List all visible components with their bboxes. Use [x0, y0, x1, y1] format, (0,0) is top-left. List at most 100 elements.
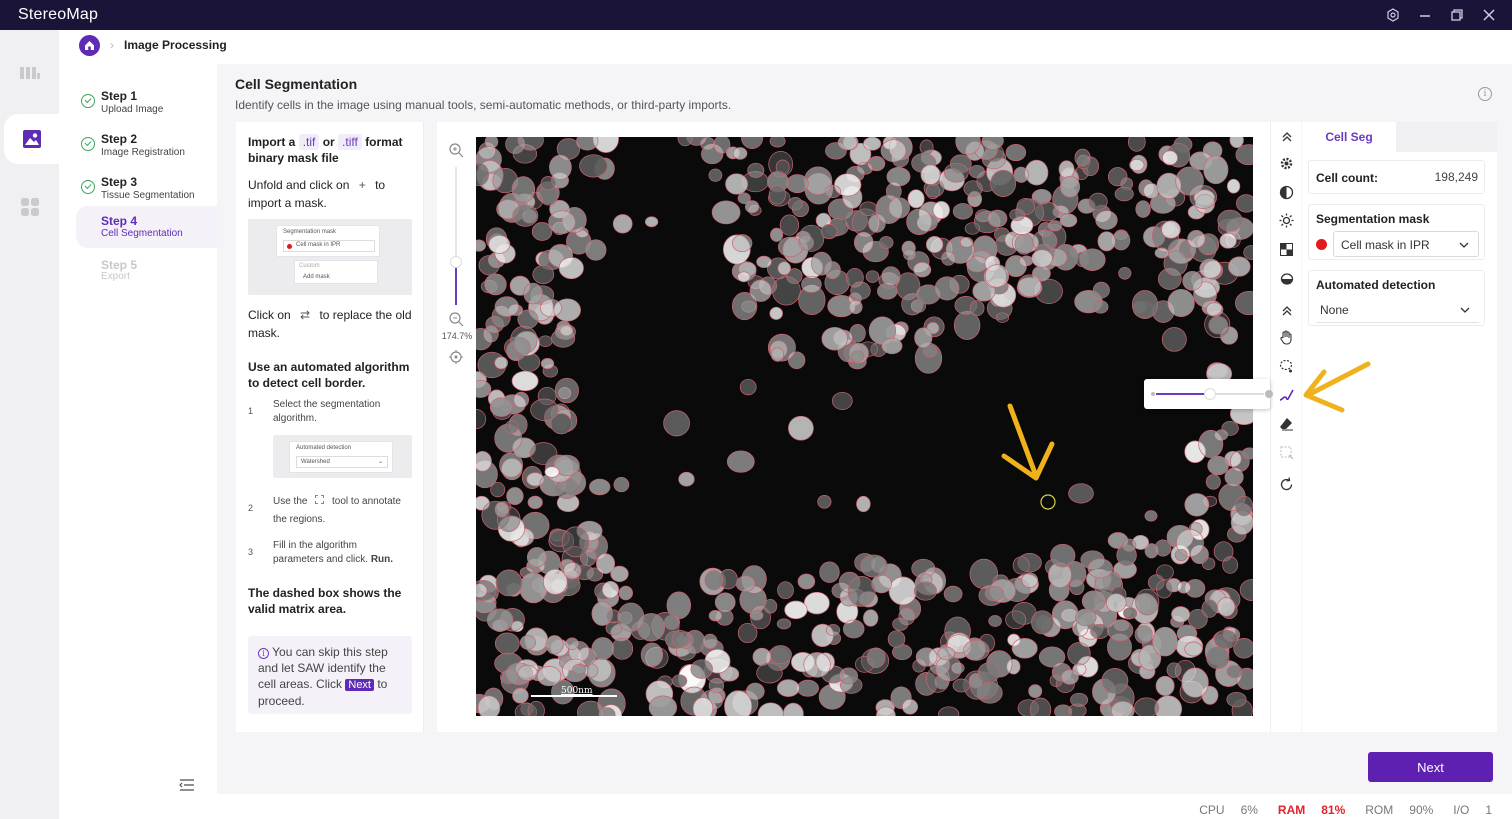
settings-icon[interactable] [1386, 8, 1400, 22]
cell-mark [959, 237, 974, 248]
cell-mark [969, 164, 985, 179]
brush-size-handle[interactable] [1204, 388, 1216, 400]
cell-mark [1114, 186, 1134, 202]
cell-mark [737, 622, 758, 644]
lasso-icon[interactable] [1278, 358, 1295, 375]
cell-mark [671, 629, 690, 649]
rail-item-map[interactable] [0, 48, 59, 98]
cell-mark [690, 659, 713, 679]
text: to replace the [319, 308, 393, 322]
cell-mark [925, 235, 944, 254]
cell-mark [565, 637, 579, 650]
next-button[interactable]: Next [1368, 752, 1493, 782]
minimize-icon[interactable] [1418, 8, 1432, 22]
cell-mark [1205, 474, 1221, 490]
cell-mark [848, 299, 863, 315]
cell-mark [888, 576, 917, 606]
step-3[interactable]: Step 3 Tissue Segmentation [76, 170, 217, 210]
cell-count-value: 198,249 [1434, 170, 1478, 184]
cell-count-card: Cell count: 198,249 [1308, 160, 1485, 194]
cell-mark [1005, 610, 1027, 630]
cell-mark [853, 231, 874, 254]
info-icon[interactable]: i [1478, 87, 1492, 101]
collapse-up-icon[interactable] [1278, 128, 1295, 145]
cell-mark [784, 600, 808, 620]
home-button[interactable] [79, 34, 100, 56]
text: the regions. [273, 514, 326, 525]
cell-mark [1203, 155, 1229, 185]
cell-mark [977, 662, 1000, 684]
cell-mark [663, 410, 690, 437]
cell-mark [613, 477, 630, 493]
step-1[interactable]: Step 1 Upload Image [76, 84, 217, 124]
cell-mark [768, 185, 786, 205]
unfold-instruction: Unfold and click on + to import a mask. [248, 176, 416, 212]
settings-icon[interactable] [1278, 155, 1295, 172]
cell-mark [1067, 642, 1091, 666]
hand-icon[interactable] [1278, 329, 1295, 346]
step-number: 1 [248, 406, 254, 416]
zoom-in-icon[interactable] [448, 142, 464, 158]
restore-icon[interactable] [1450, 8, 1464, 22]
cell-mark [798, 224, 825, 252]
cell-mark [554, 377, 579, 404]
microscopy-image[interactable] [476, 137, 1253, 716]
select-box-icon[interactable] [1278, 444, 1295, 461]
zoom-column: 174.7% [437, 122, 475, 732]
mini-card: Custom Add mask [294, 260, 378, 284]
collapse-up-icon[interactable] [1278, 302, 1295, 319]
cell-mark [732, 147, 748, 160]
cell-mark [548, 210, 576, 235]
automated-detection-select[interactable]: None [1316, 297, 1479, 323]
cell-mark [769, 137, 786, 148]
cell-mark [964, 222, 981, 235]
step-4[interactable]: Step 4 Cell Segmentation [76, 206, 217, 248]
cell-mark [1217, 597, 1236, 617]
cell-mark [494, 632, 520, 655]
cell-mark [1184, 493, 1210, 517]
cell-mark [866, 647, 886, 668]
brightness-icon[interactable] [1278, 212, 1295, 229]
segmentation-mask-title: Segmentation mask [1316, 212, 1430, 226]
cell-mark [1059, 175, 1081, 198]
text: Watershed [301, 459, 330, 465]
cell-mark [952, 203, 973, 220]
brush-icon[interactable] [1278, 386, 1295, 403]
contrast-icon[interactable] [1278, 184, 1295, 201]
cell-mark [512, 204, 539, 227]
app-title: StereoMap [18, 6, 99, 23]
brush-size-popup [1144, 379, 1273, 409]
rail-item-image-processing[interactable] [4, 114, 59, 164]
step-2[interactable]: Step 2 Image Registration [76, 127, 217, 167]
text: binary mask file [248, 151, 339, 165]
collapse-menu-icon[interactable] [179, 778, 195, 792]
cell-mark [708, 678, 725, 694]
cell-mark [1134, 625, 1153, 644]
cell-mark [591, 637, 615, 660]
cell-mark [540, 298, 562, 318]
cell-mark [1187, 229, 1206, 249]
cell-mark [880, 139, 907, 163]
grid-icon[interactable] [1278, 241, 1295, 258]
locate-icon[interactable] [448, 349, 464, 365]
cell-mark [1243, 245, 1253, 260]
cell-mark [782, 702, 804, 716]
refresh-icon[interactable] [1278, 476, 1295, 493]
drop-icon[interactable] [1278, 269, 1295, 286]
cell-mark [824, 185, 842, 198]
zoom-out-icon[interactable] [448, 311, 464, 327]
cell-mark [527, 495, 543, 510]
zoom-slider-handle[interactable] [450, 256, 462, 268]
rail-item-apps[interactable] [0, 182, 59, 232]
cell-mark [737, 271, 751, 283]
image-icon [22, 130, 41, 148]
cell-mark [538, 335, 553, 347]
cell-mark [1107, 619, 1134, 642]
close-icon[interactable] [1482, 8, 1496, 22]
chevron-down-icon [1460, 307, 1470, 313]
eraser-icon[interactable] [1278, 415, 1295, 432]
cell-mark [847, 576, 876, 607]
cell-mark [1059, 213, 1078, 228]
segmentation-mask-select[interactable]: Cell mask in IPR [1333, 231, 1479, 257]
tab-cell-seg[interactable]: Cell Seg [1302, 122, 1396, 152]
